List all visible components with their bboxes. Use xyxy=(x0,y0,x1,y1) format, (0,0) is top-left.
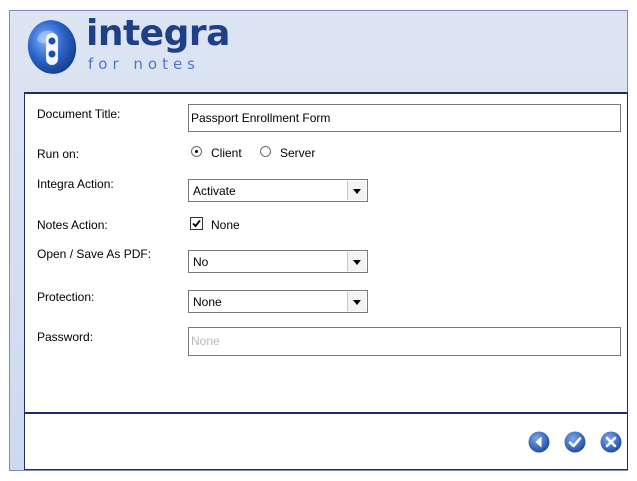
brand-name: integra xyxy=(86,13,230,54)
radio-server[interactable] xyxy=(260,146,271,157)
radio-client-label[interactable]: Client xyxy=(211,146,242,160)
document-title-label: Document Title: xyxy=(37,107,121,121)
close-x-icon[interactable] xyxy=(600,431,622,453)
integra-logo: integra for notes xyxy=(24,13,230,79)
radio-server-label[interactable]: Server xyxy=(280,146,315,160)
notes-action-checkbox-label[interactable]: None xyxy=(211,218,240,232)
integra-action-value: Activate xyxy=(193,184,236,198)
checkmark-icon[interactable] xyxy=(564,431,586,453)
chevron-down-icon[interactable] xyxy=(347,181,366,200)
radio-client[interactable] xyxy=(191,146,202,157)
run-on-label: Run on: xyxy=(37,147,80,161)
password-input[interactable]: None xyxy=(188,327,621,356)
integra-action-select[interactable]: Activate xyxy=(188,179,368,202)
pdf-option-value: No xyxy=(193,255,209,269)
protection-value: None xyxy=(193,295,222,309)
integra-action-label: Integra Action: xyxy=(37,177,114,191)
checkmark-icon xyxy=(192,219,201,228)
pdf-option-select[interactable]: No xyxy=(188,250,368,273)
notes-action-label: Notes Action: xyxy=(37,218,108,232)
back-arrow-icon[interactable] xyxy=(528,431,550,453)
password-label: Password: xyxy=(37,330,94,344)
protection-select[interactable]: None xyxy=(188,290,368,313)
chevron-down-icon[interactable] xyxy=(347,252,366,271)
protection-label: Protection: xyxy=(37,290,95,304)
pdf-option-label: Open / Save As PDF: xyxy=(37,247,152,261)
brand-tagline: for notes xyxy=(88,55,201,73)
integra-logo-icon xyxy=(27,20,77,74)
document-title-input[interactable]: Passport Enrollment Form xyxy=(188,104,621,132)
chevron-down-icon[interactable] xyxy=(347,292,366,311)
notes-action-checkbox[interactable] xyxy=(190,217,203,230)
